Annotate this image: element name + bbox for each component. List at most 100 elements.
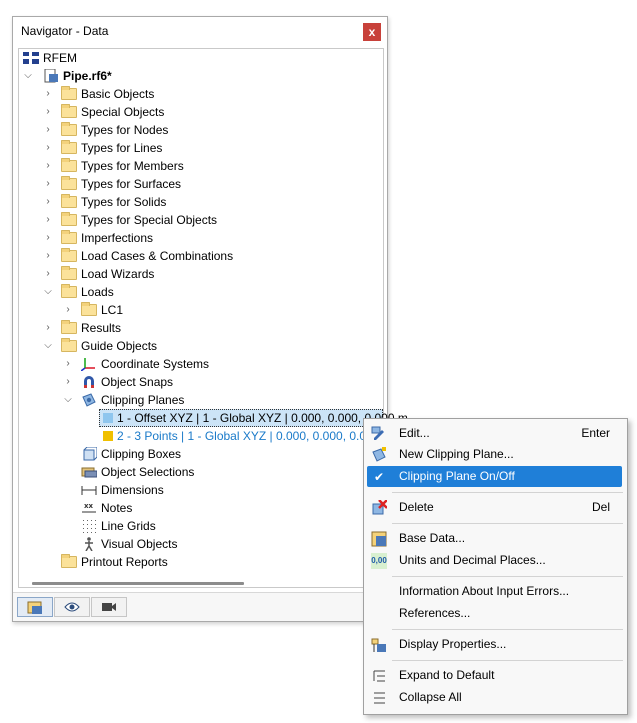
tree-item-notes[interactable]: xx Notes [23,499,343,517]
tree-item-printout-reports[interactable]: Printout Reports [23,553,343,571]
tree-item[interactable]: › Types for Solids [23,193,343,211]
tree-item[interactable]: › Basic Objects [23,85,343,103]
collapse-icon [374,692,385,704]
rfem-flag-icon [23,52,39,64]
tree-item[interactable]: › Load Wizards [23,265,343,283]
object-selection-icon [81,467,97,478]
chevron-right-icon[interactable]: › [43,193,53,211]
menu-item-clipping-plane-on-off[interactable]: ✔ Clipping Plane On/Off [367,466,622,487]
chevron-right-icon[interactable]: › [43,229,53,247]
tree-item-object-selections[interactable]: Object Selections [23,463,343,481]
chevron-right-icon[interactable]: › [43,85,53,103]
tree-item-label: Types for Lines [81,141,163,155]
clipping-plane-icon [82,393,96,407]
title-bar: Navigator - Data x [13,17,387,45]
menu-item-edit[interactable]: Edit... Enter [367,423,622,444]
tree-item-label: Visual Objects [101,537,178,551]
magnet-icon [84,376,94,388]
chevron-right-icon[interactable]: › [43,319,53,337]
clipping-plane-item-1[interactable]: 1 - Offset XYZ | 1 - Global XYZ | 0.000,… [99,409,408,427]
chevron-right-icon[interactable]: › [43,157,53,175]
tree-item-lc1[interactable]: › LC1 [23,301,343,319]
menu-item-label: Delete [399,500,434,514]
menu-item-input-errors[interactable]: Information About Input Errors... [367,581,622,602]
menu-item-shortcut: Enter [581,426,610,440]
folder-icon [61,140,77,154]
menu-item-delete[interactable]: Delete Del [367,497,622,518]
chevron-right-icon[interactable]: › [43,121,53,139]
video-camera-icon [102,603,116,611]
display-properties-icon [371,638,386,652]
tree-item-object-snaps[interactable]: › Object Snaps [23,373,343,391]
chevron-down-icon[interactable]: ⌵ [23,67,33,85]
tree-item-dimensions[interactable]: Dimensions [23,481,343,499]
tree-item[interactable]: › Types for Special Objects [23,211,343,229]
chevron-right-icon[interactable]: › [43,211,53,229]
tree-item-label: Clipping Boxes [101,447,182,461]
model-file-icon [44,69,58,83]
clipping-plane-item-2[interactable]: 2 - 3 Points | 1 - Global XYZ | 0.000, 0… [99,427,383,445]
chevron-right-icon[interactable]: › [43,247,53,265]
tree-item-loads[interactable]: ⌵ Loads [23,283,343,301]
menu-item-label: Clipping Plane On/Off [399,469,515,483]
menu-item-collapse-all[interactable]: Collapse All [367,687,622,708]
chevron-down-icon[interactable]: ⌵ [63,391,73,409]
eye-icon [64,602,80,612]
navigator-tree: RFEM ⌵ Pipe.rf6* › Basic Objects › Speci… [18,48,408,588]
tab-video[interactable] [91,597,127,617]
chevron-right-icon[interactable]: › [43,139,53,157]
tree-item[interactable]: › Special Objects [23,103,343,121]
menu-item-expand-default[interactable]: Expand to Default [367,665,622,686]
dimension-icon [81,486,97,495]
tree-item-clipping-planes[interactable]: ⌵ Clipping Planes [23,391,343,409]
chevron-right-icon[interactable]: › [63,373,73,391]
tree-item-coordinate-systems[interactable]: › Coordinate Systems [23,355,343,373]
tree-file[interactable]: ⌵ Pipe.rf6* [23,67,223,85]
close-button[interactable]: x [363,23,381,41]
menu-separator [392,576,623,577]
navigator-tab-bar [13,592,387,621]
window-title: Navigator - Data [21,24,109,38]
tree-root-rfem[interactable]: RFEM [23,49,223,67]
tree-item[interactable]: › Types for Lines [23,139,343,157]
tree-item-clipping-boxes[interactable]: Clipping Boxes [23,445,343,463]
tab-view[interactable] [54,597,90,617]
chevron-right-icon[interactable]: › [43,103,53,121]
tree-item-label: Dimensions [101,483,164,497]
menu-item-new-clipping-plane[interactable]: New Clipping Plane... [367,444,622,465]
chevron-right-icon[interactable]: › [43,265,53,283]
menu-item-label: Expand to Default [399,668,495,682]
menu-item-references[interactable]: References... [367,603,622,624]
tree-item-label: Types for Special Objects [81,213,218,227]
folder-icon [61,104,77,118]
grid-icon [83,520,96,533]
horizontal-scrollbar[interactable] [32,582,244,585]
tree-item-line-grids[interactable]: Line Grids [23,517,343,535]
tree-item-label: Loads [81,285,114,299]
menu-item-units[interactable]: 0,00 Units and Decimal Places... [367,550,622,571]
chevron-down-icon[interactable]: ⌵ [43,283,53,301]
chevron-right-icon[interactable]: › [63,301,73,319]
chevron-right-icon[interactable]: › [43,175,53,193]
tree-item[interactable]: › Load Cases & Combinations [23,247,343,265]
tab-data[interactable] [17,597,53,617]
folder-icon [61,230,77,244]
tree-item[interactable]: › Types for Nodes [23,121,343,139]
menu-item-label: References... [399,606,471,620]
chevron-right-icon[interactable]: › [63,355,73,373]
tree-item[interactable]: › Types for Surfaces [23,175,343,193]
close-icon: x [368,25,376,39]
tree-item-label: Notes [101,501,133,515]
folder-icon [61,194,77,208]
menu-item-base-data[interactable]: Base Data... [367,528,622,549]
chevron-down-icon[interactable]: ⌵ [43,337,53,355]
tree-item[interactable]: › Imperfections [23,229,343,247]
expand-icon [373,670,385,682]
tree-item-guide-objects[interactable]: ⌵ Guide Objects [23,337,343,355]
folder-icon [61,248,77,262]
menu-item-display-properties[interactable]: Display Properties... [367,634,622,655]
tree-item-visual-objects[interactable]: Visual Objects [23,535,343,553]
tree-item[interactable]: › Types for Members [23,157,343,175]
tree-item-results[interactable]: › Results [23,319,343,337]
checkmark-icon: ✔ [373,470,385,484]
